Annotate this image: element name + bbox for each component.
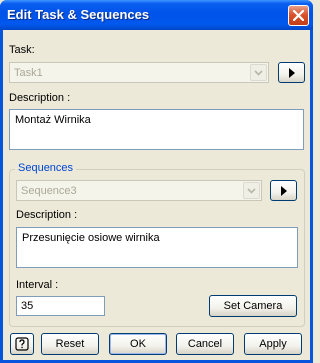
sequence-select-value: Sequence3 bbox=[21, 185, 77, 197]
set-camera-button[interactable]: Set Camera bbox=[209, 295, 297, 317]
task-description-label: Description : bbox=[9, 92, 71, 104]
task-label: Task: bbox=[9, 44, 35, 56]
apply-button[interactable]: Apply bbox=[244, 333, 302, 355]
close-button[interactable] bbox=[288, 5, 309, 26]
reset-button[interactable]: Reset bbox=[41, 333, 99, 355]
task-select[interactable]: Task1 bbox=[9, 62, 269, 83]
interval-label: Interval : bbox=[16, 279, 59, 291]
help-icon bbox=[15, 337, 29, 351]
task-next-button[interactable] bbox=[278, 62, 305, 83]
chevron-down-icon bbox=[254, 69, 263, 76]
help-button[interactable] bbox=[10, 333, 34, 355]
interval-input[interactable]: 35 bbox=[16, 296, 105, 316]
play-arrow-icon bbox=[280, 185, 287, 196]
cancel-button[interactable]: Cancel bbox=[176, 333, 234, 355]
sequence-dropdown-button[interactable] bbox=[243, 182, 260, 199]
sequence-next-button[interactable] bbox=[270, 180, 297, 201]
close-icon bbox=[293, 10, 304, 21]
chevron-down-icon bbox=[247, 187, 256, 194]
sequence-select[interactable]: Sequence3 bbox=[16, 180, 262, 201]
title-bar[interactable]: Edit Task & Sequences bbox=[0, 0, 313, 30]
window-title: Edit Task & Sequences bbox=[7, 7, 150, 22]
task-description-field[interactable]: Montaż Wirnika bbox=[9, 109, 304, 150]
sequences-group-label: Sequences bbox=[15, 162, 77, 174]
ok-button[interactable]: OK bbox=[109, 333, 167, 355]
task-select-value: Task1 bbox=[14, 67, 43, 79]
sequence-description-label: Description : bbox=[16, 209, 78, 221]
sequence-description-field[interactable]: Przesunięcie osiowe wirnika bbox=[16, 227, 298, 268]
play-arrow-icon bbox=[288, 67, 295, 78]
task-dropdown-button[interactable] bbox=[250, 64, 267, 81]
